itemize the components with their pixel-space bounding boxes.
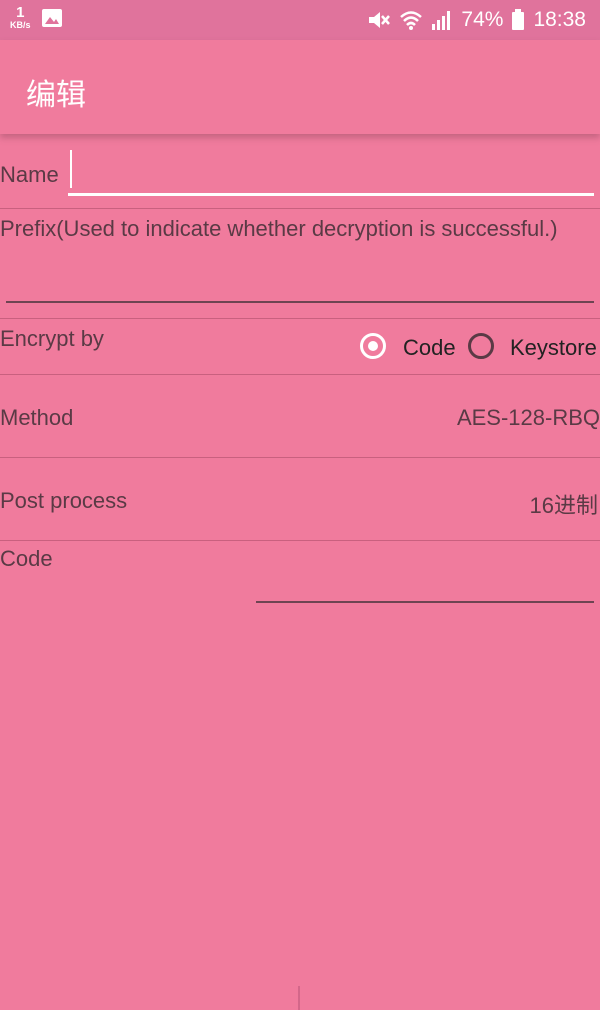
wifi-icon: [400, 11, 423, 30]
method-label: Method: [0, 405, 74, 430]
post-process-row[interactable]: Post process 16进制: [0, 458, 600, 540]
code-input-underline: [256, 601, 594, 603]
method-value: AES-128-RBQ: [456, 405, 600, 430]
app-bar: 编辑: [0, 40, 600, 134]
clock: 18:38: [533, 8, 586, 31]
status-left: 1 KB/s: [10, 4, 63, 30]
net-speed-value: 1: [16, 4, 25, 21]
mute-icon: [369, 12, 391, 28]
name-label: Name: [0, 162, 59, 187]
status-bar: 1 KB/s 74% 18:38: [0, 0, 600, 40]
encrypt-by-label: Encrypt by: [0, 326, 104, 351]
prefix-label: Prefix(Used to indicate whether decrypti…: [0, 216, 558, 241]
divider: [0, 208, 600, 209]
text-cursor: [70, 150, 72, 188]
method-row[interactable]: Method AES-128-RBQ: [0, 375, 600, 457]
divider: [0, 318, 600, 319]
radio-keystore-unselected-icon: [468, 333, 494, 359]
radio-code-label: Code: [403, 335, 456, 360]
prefix-input-underline: [6, 301, 594, 303]
page-title: 编辑: [26, 78, 86, 113]
radio-keystore-label: Keystore: [510, 335, 597, 360]
status-right: 74% 18:38: [367, 0, 586, 40]
net-speed-unit: KB/s: [10, 20, 31, 30]
code-label: Code: [0, 546, 53, 571]
signal-icon: [432, 11, 451, 30]
divider: [0, 540, 600, 541]
radio-code[interactable]: Code: [358, 330, 462, 364]
radio-keystore[interactable]: Keystore: [466, 330, 600, 364]
code-input[interactable]: [256, 556, 594, 602]
net-speed-indicator: 1 KB/s: [10, 4, 31, 30]
name-input-underline: [68, 193, 594, 196]
radio-code-selected-icon: [360, 333, 386, 359]
name-input[interactable]: [68, 148, 594, 198]
image-icon: [41, 9, 62, 27]
navigation-handle: [298, 986, 300, 1010]
battery-percent: 74%: [461, 8, 504, 31]
post-process-label: Post process: [0, 488, 128, 513]
prefix-input[interactable]: [6, 252, 594, 302]
post-process-value: 16进制: [529, 493, 598, 518]
battery-icon: [512, 9, 525, 30]
